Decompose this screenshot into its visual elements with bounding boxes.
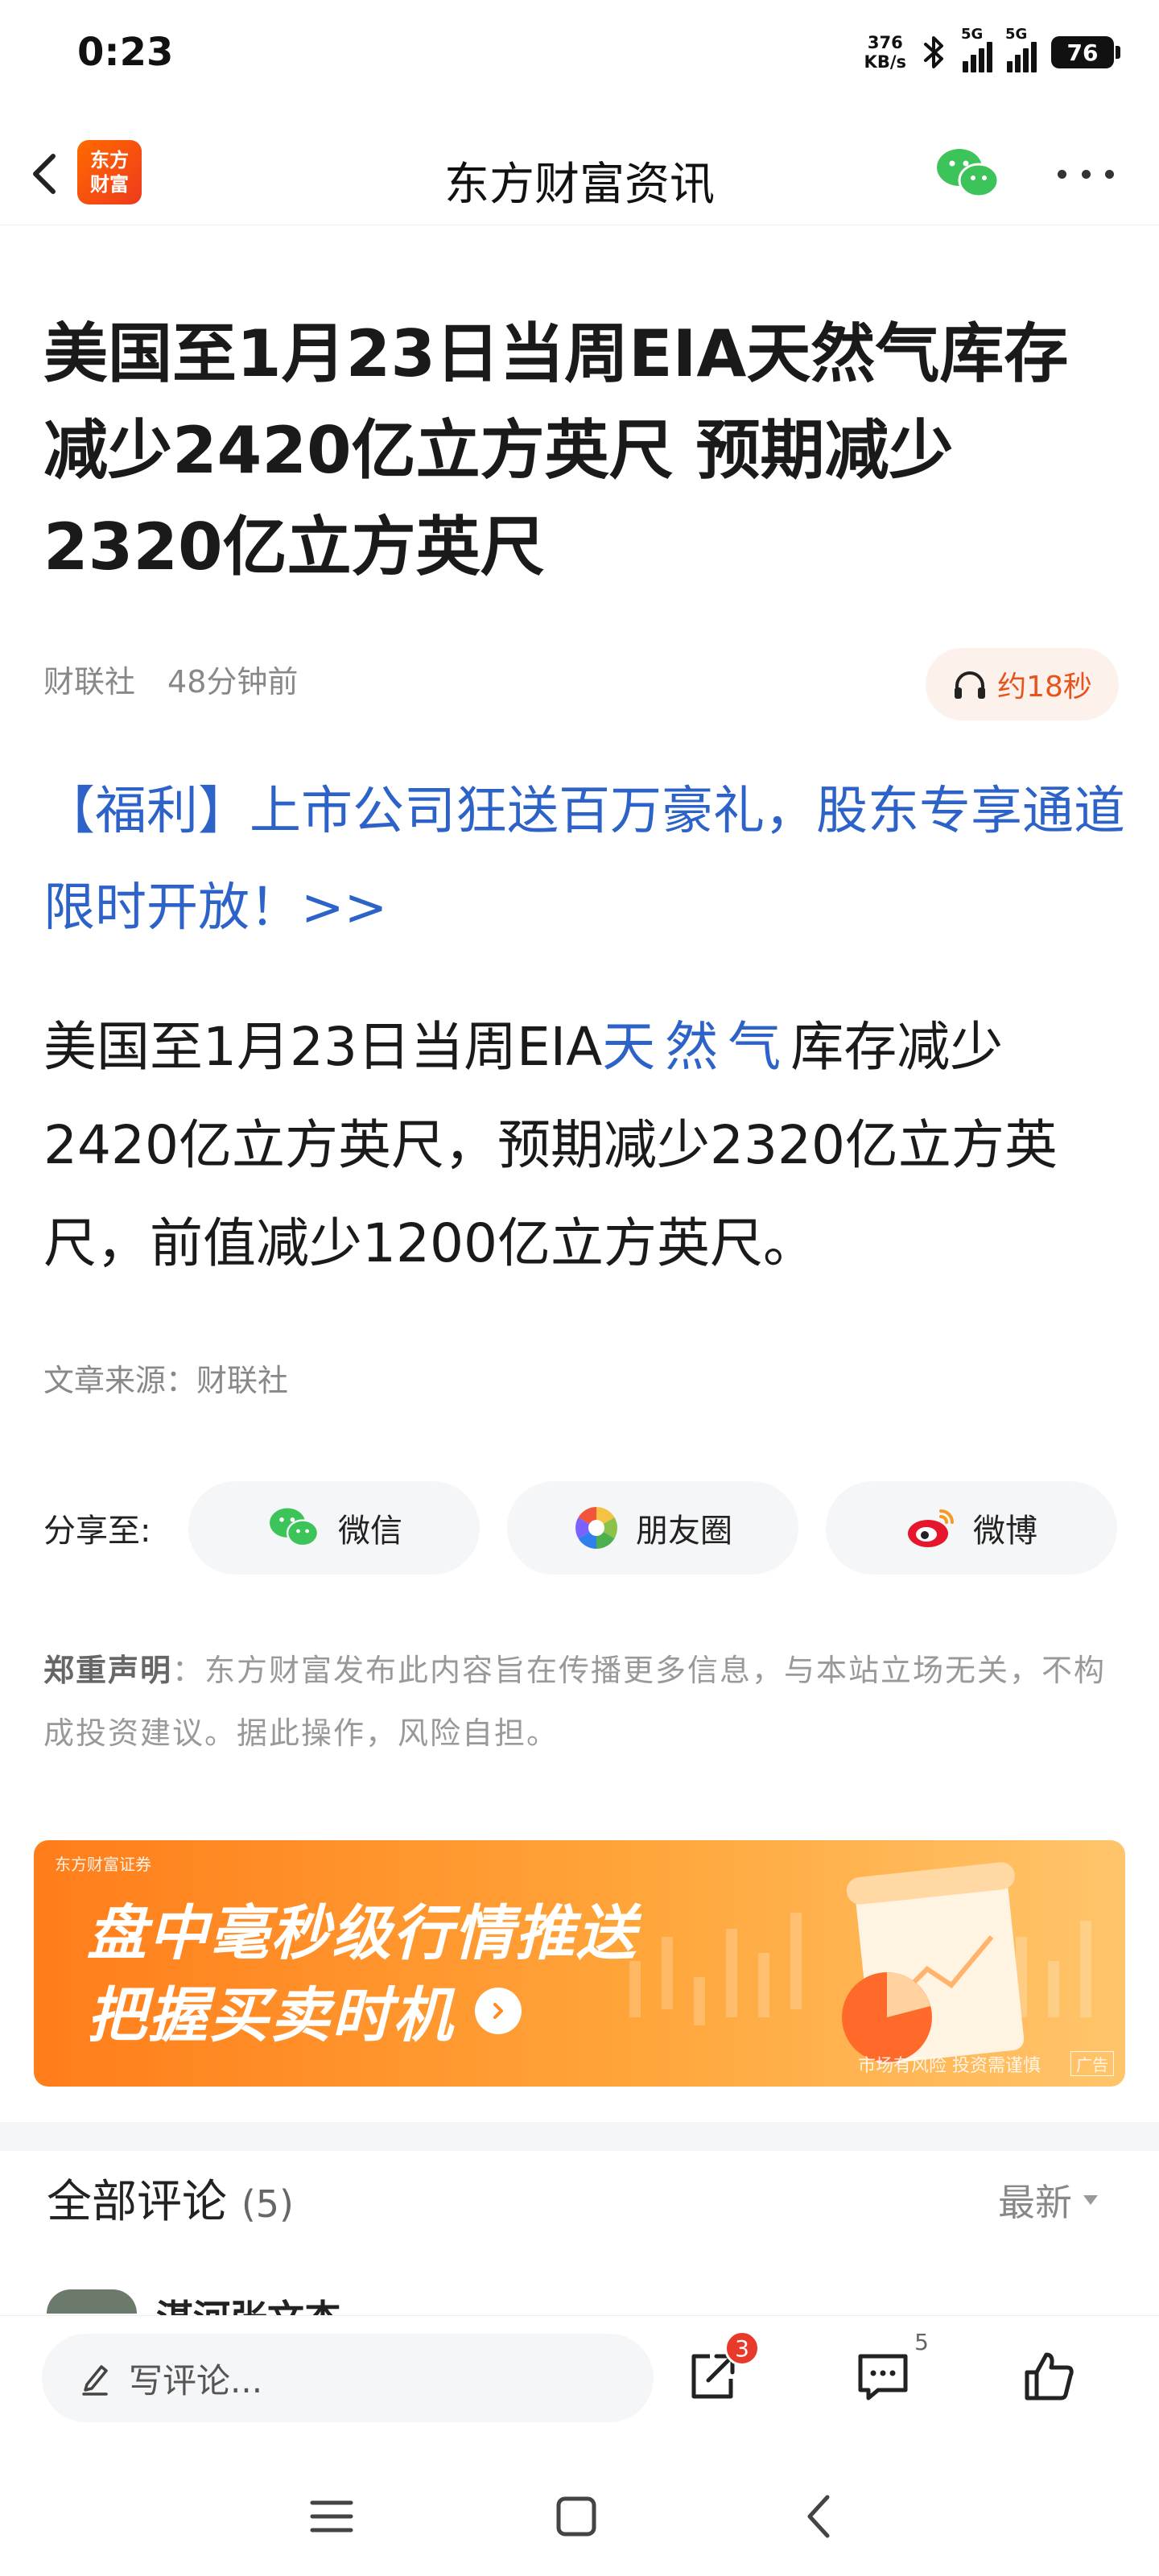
chevron-right-icon — [475, 1987, 522, 2034]
status-time: 0:23 — [77, 30, 174, 75]
disclaimer: 郑重声明：东方财富发布此内容旨在传播更多信息，与本站立场无关，不构成投资建议。据… — [43, 1639, 1122, 1765]
comments-count: (5) — [241, 2182, 294, 2226]
ad-banner[interactable]: 东方财富证券 盘中毫秒级行情推送 把握买卖时机 市场有风险 投资需谨慎 广告 — [34, 1840, 1125, 2087]
section-divider — [0, 2122, 1159, 2151]
banner-risk-note: 市场有风险 投资需谨慎 — [858, 2056, 1041, 2076]
system-navigation-bar — [0, 2452, 1159, 2576]
article-meta: 财联社 48分钟前 — [43, 657, 298, 701]
share-moments-button[interactable]: 朋友圈 — [507, 1481, 798, 1575]
status-icons: 376 KB/s 5G 5G 76 — [864, 26, 1120, 72]
top-navbar: 东方 财富 东方财富资讯 — [0, 121, 1159, 225]
listen-duration: 约18秒 — [997, 671, 1092, 704]
article-source: 财联社 — [43, 664, 136, 700]
moments-icon — [575, 1507, 617, 1549]
article-time: 48分钟前 — [167, 664, 299, 700]
home-icon[interactable] — [544, 2484, 608, 2549]
comments-button[interactable]: 5 — [847, 2329, 929, 2413]
banner-headline-2: 把握买卖时机 — [87, 1967, 522, 2054]
system-back-icon[interactable] — [787, 2484, 852, 2549]
comment-input[interactable]: 写评论... — [42, 2334, 654, 2422]
caret-down-icon — [1083, 2195, 1098, 2205]
banner-headline-1: 盘中毫秒级行情推送 — [87, 1899, 637, 1968]
wechat-icon — [270, 1508, 320, 1547]
battery-icon: 76 — [1051, 36, 1120, 68]
pencil-icon — [82, 2365, 108, 2396]
article-body: 美国至1月23日当周EIA天然气库存减少2420亿立方英尺，预期减少2320亿立… — [43, 1016, 1058, 1274]
listen-audio-button[interactable]: 约18秒 — [926, 648, 1119, 720]
commenter-name[interactable]: 湛河张文杰 — [156, 2294, 341, 2315]
comment-count: 5 — [914, 2329, 929, 2355]
more-options-icon[interactable] — [1058, 150, 1114, 198]
bottom-action-bar: 写评论... 3 5 — [0, 2315, 1159, 2452]
disclaimer-text: ：东方财富发布此内容旨在传播更多信息，与本站立场无关，不构成投资建议。据此操作，… — [43, 1653, 1107, 1751]
signal-sim1-icon: 5G — [961, 26, 992, 72]
weibo-icon — [908, 1509, 954, 1547]
network-speed: 376 KB/s — [864, 33, 906, 72]
promo-link[interactable]: 【福利】上市公司狂送百万豪礼，股东专享通道限时开放！>> — [43, 763, 1130, 956]
share-label: 分享至: — [43, 1513, 151, 1550]
like-button[interactable] — [1013, 2340, 1085, 2413]
avatar[interactable] — [47, 2289, 137, 2314]
status-bar: 0:23 376 KB/s 5G 5G 76 — [0, 0, 1159, 105]
article-source-line: 文章来源：财联社 — [43, 1363, 289, 1398]
headphones-icon — [955, 671, 986, 699]
article-title: 美国至1月23日当周EIA天然气库存减少2420亿立方英尺 预期减少2320亿立… — [43, 316, 1069, 584]
sort-dropdown[interactable]: 最新 — [998, 2174, 1099, 2227]
keyword-link[interactable]: 天然气 — [602, 1016, 790, 1078]
menu-icon[interactable] — [299, 2484, 364, 2549]
share-wechat-button[interactable]: 微信 — [188, 1481, 480, 1575]
wechat-share-icon[interactable] — [934, 143, 1001, 204]
comments-header: 全部评论 (5) — [47, 2176, 294, 2228]
comment-bubble-icon — [858, 2354, 908, 2401]
share-weibo-button[interactable]: 微博 — [826, 1481, 1117, 1575]
disclaimer-title: 郑重声明 — [43, 1653, 173, 1688]
share-button[interactable]: 3 — [676, 2330, 760, 2413]
thumbs-up-icon — [1025, 2352, 1074, 2401]
bluetooth-icon — [924, 36, 943, 68]
banner-brand: 东方财富证券 — [55, 1855, 151, 1874]
signal-sim2-icon: 5G — [1005, 26, 1037, 72]
comment-placeholder: 写评论... — [129, 2360, 263, 2401]
ad-tag: 广告 — [1070, 2051, 1114, 2076]
share-row: 分享至: 微信 朋友圈 微博 — [43, 1481, 1122, 1575]
share-badge: 3 — [724, 2330, 760, 2366]
